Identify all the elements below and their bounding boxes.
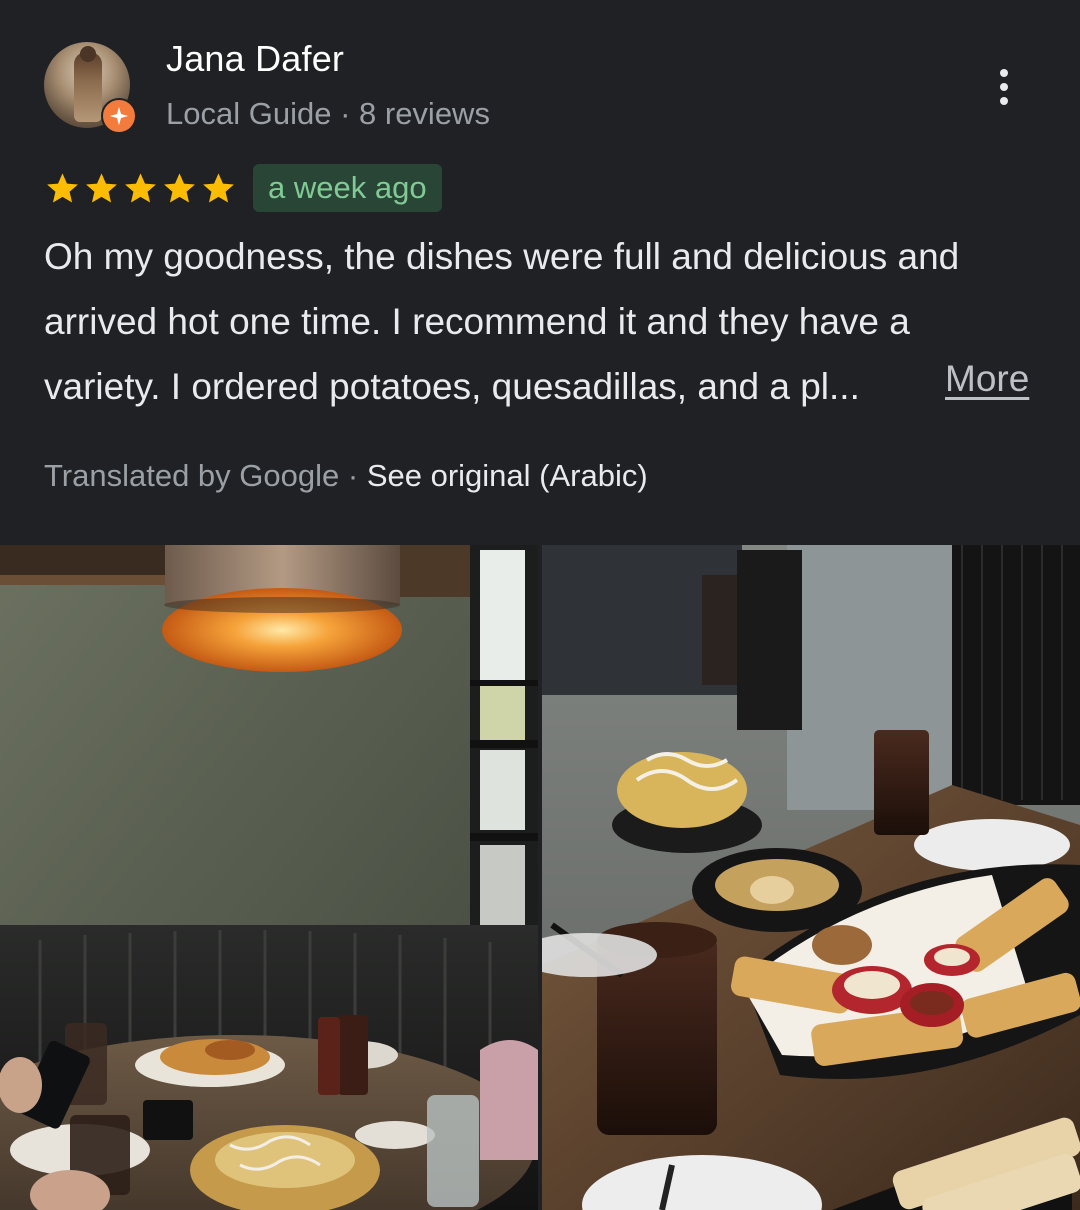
author-avatar[interactable] — [44, 42, 137, 134]
more-vert-icon[interactable] — [980, 60, 1028, 114]
star-rating — [44, 170, 237, 207]
review-time-chip: a week ago — [253, 164, 442, 212]
author-meta: Local Guide · 8 reviews — [166, 96, 490, 132]
review-card: Jana Dafer Local Guide · 8 reviews a wee… — [0, 0, 1080, 1210]
author-name[interactable]: Jana Dafer — [166, 38, 344, 80]
translated-by-label: Translated by Google — [44, 458, 340, 493]
star-icon — [164, 173, 195, 203]
translation-separator: · — [339, 458, 367, 493]
star-icon — [203, 173, 234, 203]
review-text-line: Oh my goodness, the dishes were full and… — [44, 236, 960, 277]
star-icon — [125, 173, 156, 203]
review-text: Oh my goodness, the dishes were full and… — [44, 224, 1044, 419]
review-photo-restaurant-interior[interactable] — [0, 545, 538, 1210]
review-photo-food-platter[interactable] — [542, 545, 1080, 1210]
see-original-link[interactable]: See original (Arabic) — [367, 458, 648, 493]
meta-separator: · — [331, 96, 360, 131]
translation-row: Translated by Google · See original (Ara… — [44, 458, 648, 494]
author-level: Local Guide — [166, 96, 332, 131]
author-review-count: 8 reviews — [359, 96, 490, 131]
local-guide-badge-icon — [101, 98, 137, 134]
star-icon — [47, 173, 78, 203]
review-text-line: variety. I ordered potatoes, quesadillas… — [44, 366, 860, 407]
review-text-line: arrived hot one time. I recommend it and… — [44, 301, 910, 342]
more-link[interactable]: More — [945, 358, 1029, 400]
star-icon — [86, 173, 117, 203]
